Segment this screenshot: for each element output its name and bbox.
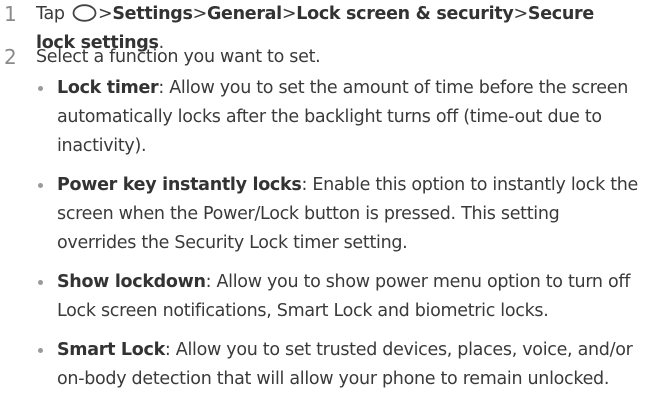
path-separator: >	[281, 4, 297, 24]
step-2-number: 2	[4, 45, 17, 69]
step-2-text: Select a function you want to set.	[36, 47, 321, 67]
step-1-number: 1	[4, 2, 17, 26]
path-separator: >	[98, 4, 113, 24]
bullet-icon	[38, 86, 43, 91]
bullet-icon	[38, 348, 43, 353]
option-term: Power key instantly locks	[57, 175, 302, 195]
home-button-icon	[72, 4, 97, 22]
option-term: Smart Lock	[57, 340, 165, 360]
tap-word: Tap	[36, 4, 65, 24]
path-general: General	[206, 4, 282, 24]
path-lock-screen-security: Lock screen & security	[296, 4, 514, 24]
bullet-icon	[38, 183, 43, 188]
option-list: Lock timer: Allow you to set the amount …	[36, 74, 642, 404]
option-item-smart-lock: Smart Lock: Allow you to set trusted dev…	[36, 336, 642, 394]
path-separator: >	[192, 4, 208, 24]
option-term: Lock timer	[57, 78, 159, 98]
option-term: Show lockdown	[57, 272, 206, 292]
option-item-power-key-instantly-locks: Power key instantly locks: Enable this o…	[36, 171, 642, 258]
option-item-show-lockdown: Show lockdown: Allow you to show power m…	[36, 268, 642, 326]
path-settings: Settings	[112, 4, 193, 24]
path-separator: >	[513, 4, 529, 24]
bullet-icon	[38, 280, 43, 285]
option-item-lock-timer: Lock timer: Allow you to set the amount …	[36, 74, 642, 161]
